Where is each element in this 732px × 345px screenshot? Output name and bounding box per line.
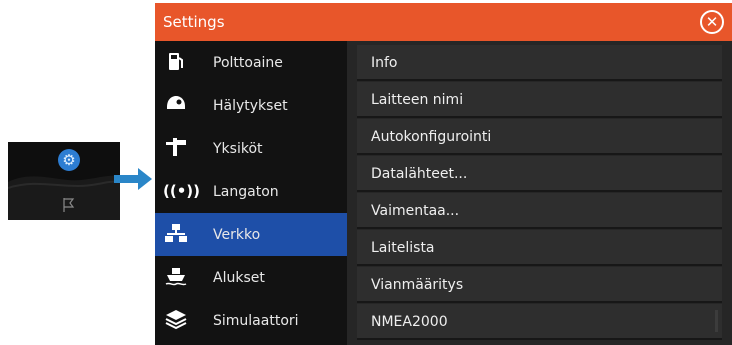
window-title: Settings [163, 13, 225, 31]
option-label: Laitelista [371, 240, 435, 256]
pointer-arrow-icon [114, 168, 152, 190]
network-icon [163, 222, 189, 246]
menu-item-simulaattori[interactable]: Simulaattori [155, 299, 347, 342]
menu-item-label: Polttoaine [213, 55, 283, 71]
title-bar: Settings ✕ [155, 3, 732, 41]
option-label: Autokonfigurointi [371, 129, 492, 145]
option-label: NMEA2000 [371, 314, 448, 330]
close-icon[interactable]: ✕ [700, 10, 724, 34]
menu-item-label: Alukset [213, 270, 265, 286]
menu-item-label: Hälytykset [213, 98, 288, 114]
flag-icon[interactable] [62, 197, 76, 213]
wireless-icon: ((•)) [163, 182, 201, 200]
menu-item-label: Verkko [213, 227, 261, 243]
menu-item-label: Simulaattori [213, 313, 299, 329]
option-autokonfigurointi[interactable]: Autokonfigurointi [357, 119, 722, 155]
simulator-icon [163, 308, 189, 332]
menu-item-polttoaine[interactable]: Polttoaine [155, 41, 347, 84]
option-label: Datalähteet... [371, 166, 468, 182]
option-vianmaaritys[interactable]: Vianmääritys [357, 267, 722, 303]
menu-item-label: Yksiköt [213, 141, 263, 157]
menu-item-label: Langaton [213, 184, 279, 200]
menu-item-halytykset[interactable]: Hälytykset [155, 84, 347, 127]
settings-category-list: Polttoaine Hälytykset Yksiköt ((•)) Lang… [155, 41, 359, 345]
menu-item-verkko[interactable]: Verkko [155, 213, 359, 256]
settings-gear-icon[interactable]: ⚙ [58, 149, 80, 171]
settings-window: Settings ✕ Polttoaine Hälytykset Yksiköt… [155, 3, 732, 345]
menu-item-langaton[interactable]: ((•)) Langaton [155, 170, 347, 213]
option-info[interactable]: Info [357, 45, 722, 81]
option-label: Laitteen nimi [371, 92, 464, 108]
alarm-bell-icon [163, 93, 189, 117]
fuel-pump-icon [163, 50, 189, 74]
option-laitelista[interactable]: Laitelista [357, 230, 722, 266]
option-vaimentaa[interactable]: Vaimentaa... [357, 193, 722, 229]
scrollbar-handle[interactable] [715, 310, 718, 332]
units-icon [163, 136, 189, 160]
option-laitteen-nimi[interactable]: Laitteen nimi [357, 82, 722, 118]
menu-item-yksikot[interactable]: Yksiköt [155, 127, 347, 170]
option-nmea2000[interactable]: NMEA2000 [357, 304, 722, 340]
settings-options-list: Info Laitteen nimi Autokonfigurointi Dat… [347, 41, 732, 345]
option-label: Info [371, 55, 398, 71]
option-label: Vaimentaa... [371, 203, 460, 219]
option-datalahteet[interactable]: Datalähteet... [357, 156, 722, 192]
option-label: Vianmääritys [371, 277, 464, 293]
menu-item-alukset[interactable]: Alukset [155, 256, 347, 299]
device-thumbnail: ⚙ [8, 142, 120, 220]
vessel-icon [163, 265, 189, 289]
